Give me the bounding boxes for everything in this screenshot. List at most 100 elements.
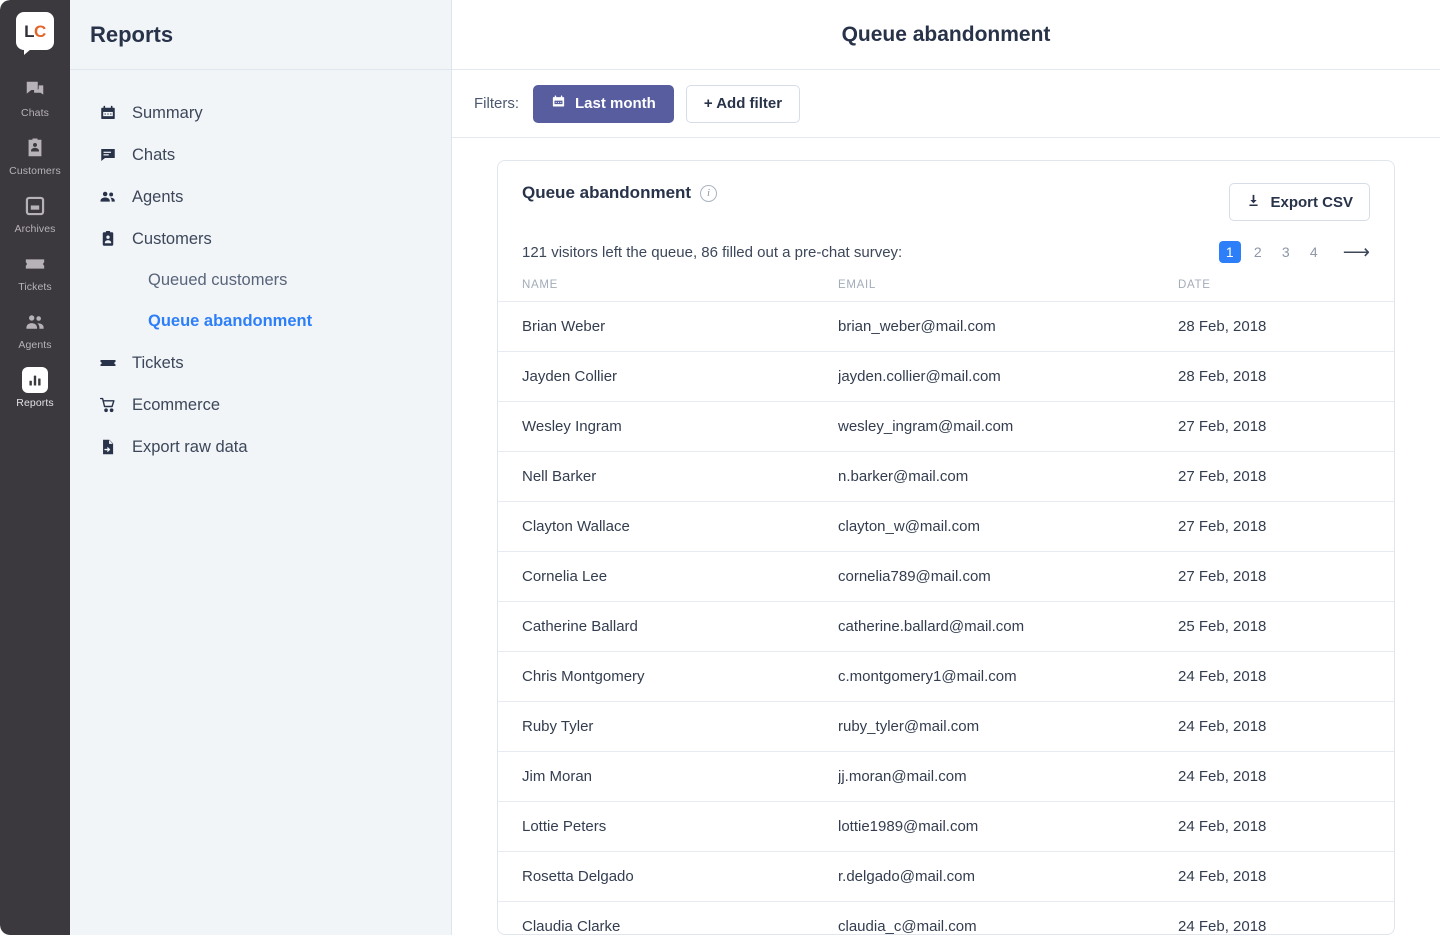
export-csv-button[interactable]: Export CSV [1229,183,1370,221]
sidebar-label-tickets: Tickets [132,354,184,373]
reports-icon [22,367,48,393]
table-row[interactable]: Rosetta Delgador.delgado@mail.com24 Feb,… [498,852,1395,902]
sidebar-item-tickets[interactable]: Tickets [70,342,451,384]
cell-name: Jim Moran [498,752,838,802]
app-icon-rail: LC Chats Customers Archives Tickets [0,0,70,935]
page-title: Queue abandonment [842,23,1051,47]
cell-email: jj.moran@mail.com [838,752,1178,802]
cell-name: Catherine Ballard [498,602,838,652]
cell-date: 28 Feb, 2018 [1178,352,1368,402]
cell-name: Cornelia Lee [498,552,838,602]
sidebar-header: Reports [70,0,451,70]
table-row[interactable]: Jayden Collierjayden.collier@mail.com28 … [498,352,1395,402]
table-row[interactable]: Ruby Tylerruby_tyler@mail.com24 Feb, 201… [498,702,1395,752]
sidebar-item-summary[interactable]: Summary [70,92,451,134]
table-row[interactable]: Cornelia Leecornelia789@mail.com27 Feb, … [498,552,1395,602]
cell-email: c.montgomery1@mail.com [838,652,1178,702]
table-head: NAME EMAIL DATE [498,279,1395,302]
cell-date: 24 Feb, 2018 [1178,752,1368,802]
file-export-icon [98,437,118,457]
rail-item-archives[interactable]: Archives [0,184,70,242]
rail-item-chats[interactable]: Chats [0,68,70,126]
cell-email: catherine.ballard@mail.com [838,602,1178,652]
cell-email: cornelia789@mail.com [838,552,1178,602]
sidebar-item-ecommerce[interactable]: Ecommerce [70,384,451,426]
cell-date: 24 Feb, 2018 [1178,702,1368,752]
rail-label-archives: Archives [14,223,55,235]
rail-item-customers[interactable]: Customers [0,126,70,184]
sidebar-item-queued-customers[interactable]: Queued customers [70,260,451,301]
rail-item-agents[interactable]: Agents [0,300,70,358]
cell-date: 25 Feb, 2018 [1178,602,1368,652]
page-button-3[interactable]: 3 [1275,241,1297,263]
sidebar-label-agents: Agents [132,188,183,207]
table-row[interactable]: Clayton Wallaceclayton_w@mail.com27 Feb,… [498,502,1395,552]
cell-email: clayton_w@mail.com [838,502,1178,552]
table-row[interactable]: Lottie Peterslottie1989@mail.com24 Feb, … [498,802,1395,852]
customers-icon [22,135,48,161]
sidebar-label-customers: Customers [132,230,212,249]
sidebar-item-export-raw-data[interactable]: Export raw data [70,426,451,468]
pagination: 1 2 3 4 ⟶ [1219,241,1370,263]
sidebar-label-export-raw-data: Export raw data [132,438,248,457]
download-icon [1246,193,1261,212]
card-title-wrap: Queue abandonment i [522,183,717,203]
cart-icon [98,395,118,415]
table-row[interactable]: Claudia Clarkeclaudia_c@mail.com24 Feb, … [498,902,1395,935]
table-row[interactable]: Jim Moranjj.moran@mail.com24 Feb, 2018› [498,752,1395,802]
add-filter-button[interactable]: + Add filter [686,85,800,123]
table-row[interactable]: Nell Barkern.barker@mail.com27 Feb, 2018… [498,452,1395,502]
cell-email: jayden.collier@mail.com [838,352,1178,402]
rail-label-chats: Chats [21,107,49,119]
cell-email: brian_weber@mail.com [838,302,1178,352]
date-range-filter-button[interactable]: Last month [533,85,674,123]
cell-name: Claudia Clarke [498,902,838,935]
sidebar-item-agents[interactable]: Agents [70,176,451,218]
filter-bar: Filters: Last month + Add filter [452,70,1440,138]
sidebar-item-customers[interactable]: Customers [70,218,451,260]
cell-email: n.barker@mail.com [838,452,1178,502]
page-button-2[interactable]: 2 [1247,241,1269,263]
next-page-arrow-icon[interactable]: ⟶ [1343,243,1370,262]
cell-email: claudia_c@mail.com [838,902,1178,935]
card-title: Queue abandonment [522,183,691,203]
rail-label-customers: Customers [9,165,61,177]
calendar-icon [98,103,118,123]
table-row[interactable]: Wesley Ingramwesley_ingram@mail.com27 Fe… [498,402,1395,452]
card-header: Queue abandonment i Export CSV [498,161,1394,221]
table-row[interactable]: Chris Montgomeryc.montgomery1@mail.com24… [498,652,1395,702]
content-area: Queue abandonment i Export CSV 121 visit… [452,138,1440,935]
table-row[interactable]: Brian Weberbrian_weber@mail.com28 Feb, 2… [498,302,1395,352]
tickets-icon [22,251,48,277]
logo-text: LC [24,23,46,40]
summary-text: 121 visitors left the queue, 86 filled o… [522,244,902,261]
queue-abandonment-card: Queue abandonment i Export CSV 121 visit… [497,160,1395,935]
sidebar-label-queue-abandonment: Queue abandonment [148,312,312,331]
cell-date: 24 Feb, 2018 [1178,902,1368,935]
sidebar-item-chats[interactable]: Chats [70,134,451,176]
cell-email: r.delgado@mail.com [838,852,1178,902]
reports-sidebar: Reports Summary Chats Agents [70,0,452,935]
sidebar-item-queue-abandonment[interactable]: Queue abandonment [70,301,451,342]
chat-bubble-icon [98,145,118,165]
cell-name: Wesley Ingram [498,402,838,452]
page-button-1[interactable]: 1 [1219,241,1241,263]
sidebar-title: Reports [90,22,173,48]
sidebar-label-chats: Chats [132,146,175,165]
info-icon[interactable]: i [700,185,717,202]
rail-item-reports[interactable]: Reports [0,358,70,416]
cell-name: Chris Montgomery [498,652,838,702]
page-button-4[interactable]: 4 [1303,241,1325,263]
sidebar-label-summary: Summary [132,104,203,123]
table-row[interactable]: Catherine Ballardcatherine.ballard@mail.… [498,602,1395,652]
cell-name: Clayton Wallace [498,502,838,552]
livechat-logo: LC [16,12,54,50]
add-filter-label: + Add filter [704,95,782,112]
contact-card-icon [98,229,118,249]
date-range-filter-label: Last month [575,95,656,112]
cell-date: 27 Feb, 2018 [1178,452,1368,502]
rail-item-tickets[interactable]: Tickets [0,242,70,300]
cell-email: ruby_tyler@mail.com [838,702,1178,752]
ticket-icon [98,353,118,373]
cell-name: Ruby Tyler [498,702,838,752]
